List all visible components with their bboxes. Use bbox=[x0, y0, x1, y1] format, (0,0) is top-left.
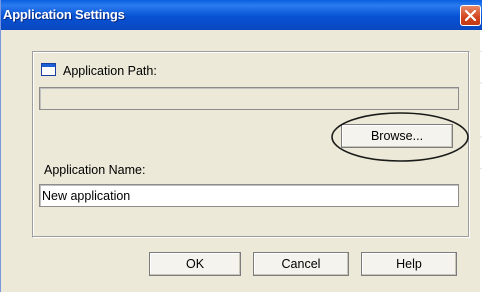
close-icon bbox=[465, 10, 476, 21]
browse-button[interactable]: Browse... bbox=[341, 124, 453, 148]
window-icon bbox=[41, 63, 56, 76]
close-button[interactable] bbox=[460, 5, 481, 26]
title-bar[interactable]: Application Settings bbox=[1, 0, 482, 30]
settings-dialog: Application Settings Application Path: B… bbox=[0, 0, 482, 292]
application-path-field bbox=[39, 87, 459, 110]
ok-button[interactable]: OK bbox=[149, 252, 241, 276]
application-name-input[interactable] bbox=[39, 184, 459, 207]
cancel-button[interactable]: Cancel bbox=[253, 252, 349, 276]
help-button[interactable]: Help bbox=[361, 252, 457, 276]
window-title: Application Settings bbox=[3, 7, 125, 22]
application-name-label: Application Name: bbox=[44, 163, 146, 177]
application-path-label: Application Path: bbox=[63, 64, 157, 78]
